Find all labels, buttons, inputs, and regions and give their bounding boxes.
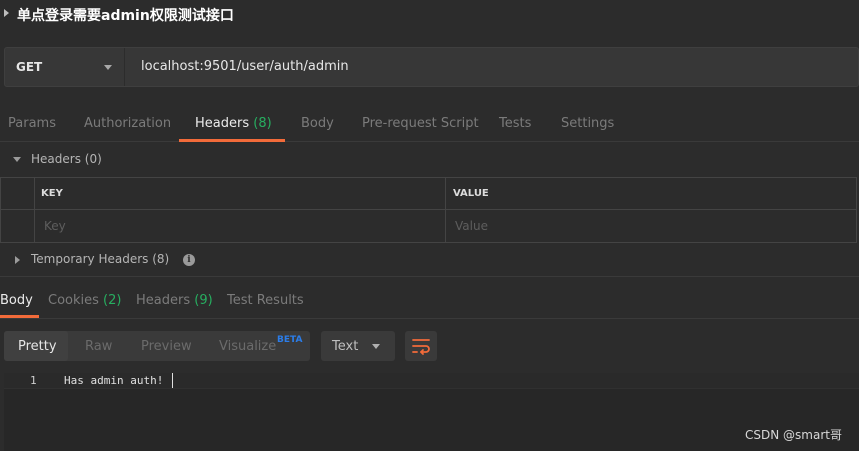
url-input[interactable]: localhost:9501/user/auth/admin [141,59,349,74]
tab-pre-request-script[interactable]: Pre-request Script [362,116,479,131]
chevron-down-icon [372,344,380,349]
value-column-header: VALUE [453,188,489,199]
tab-cookies-count: (2) [103,293,122,308]
response-text: Has admin auth! [64,374,164,387]
tab-response-headers-count: (9) [194,293,213,308]
request-title-bar: 单点登录需要admin权限测试接口 [0,0,859,32]
format-select[interactable]: Text [321,331,395,361]
tab-response-body[interactable]: Body [0,293,33,308]
headers-table-head: KEY VALUE [1,178,856,210]
view-pretty-button[interactable]: Pretty [18,339,57,354]
temporary-headers-title: Temporary Headers (8) [31,252,170,266]
column-divider [34,178,35,242]
tab-cookies[interactable]: Cookies (2) [48,293,121,308]
view-visualize-button[interactable]: Visualize [219,339,276,354]
request-tabs: Params Authorization Headers (8) Body Pr… [0,108,859,142]
headers-section-toggle[interactable]: Headers (0) [0,143,859,177]
expand-caret-icon [13,157,21,162]
headers-section-title: Headers (0) [31,152,102,166]
response-editor[interactable]: 1 Has admin auth! [4,373,859,451]
format-select-label: Text [332,339,359,354]
tab-response-headers-label: Headers [136,293,191,308]
line-number: 1 [30,374,37,387]
tab-headers-label: Headers [195,116,250,131]
table-row: Key Value [1,210,856,242]
method-select[interactable]: GET [5,48,125,86]
chevron-down-icon [104,65,112,70]
response-tabs: Body Cookies (2) Headers (9) Test Result… [0,285,859,319]
active-tab-indicator [179,139,285,142]
tab-authorization[interactable]: Authorization [84,116,171,131]
collapse-caret-icon[interactable] [4,9,9,17]
beta-badge: BETA [277,335,303,345]
key-column-header: KEY [41,188,63,199]
tab-response-headers[interactable]: Headers (9) [136,293,213,308]
view-raw-button[interactable]: Raw [85,339,112,354]
active-tab-indicator [0,315,39,318]
column-divider [445,178,446,242]
tab-test-results[interactable]: Test Results [227,293,304,308]
headers-table: KEY VALUE Key Value [0,177,857,243]
collapse-caret-icon [15,256,20,264]
value-input[interactable]: Value [455,219,488,233]
wrap-lines-icon [412,339,430,355]
temporary-headers-toggle[interactable]: Temporary Headers (8) i [0,243,859,277]
method-label: GET [16,60,43,74]
text-cursor [172,373,173,388]
request-bar: GET localhost:9501/user/auth/admin [4,47,859,87]
wrap-lines-button[interactable] [405,331,437,361]
info-icon[interactable]: i [183,254,195,266]
request-title[interactable]: 单点登录需要admin权限测试接口 [17,5,234,25]
tab-headers[interactable]: Headers (8) [195,116,272,131]
watermark: CSDN @smart哥 [745,428,842,442]
tab-settings[interactable]: Settings [561,116,614,131]
tab-body[interactable]: Body [301,116,334,131]
view-mode-toggle: Pretty Raw Preview Visualize BETA [4,331,310,361]
tab-cookies-label: Cookies [48,293,99,308]
tab-tests[interactable]: Tests [499,116,531,131]
view-preview-button[interactable]: Preview [141,339,192,354]
tab-params[interactable]: Params [8,116,56,131]
key-input[interactable]: Key [44,219,66,233]
tab-headers-count: (8) [253,116,272,131]
